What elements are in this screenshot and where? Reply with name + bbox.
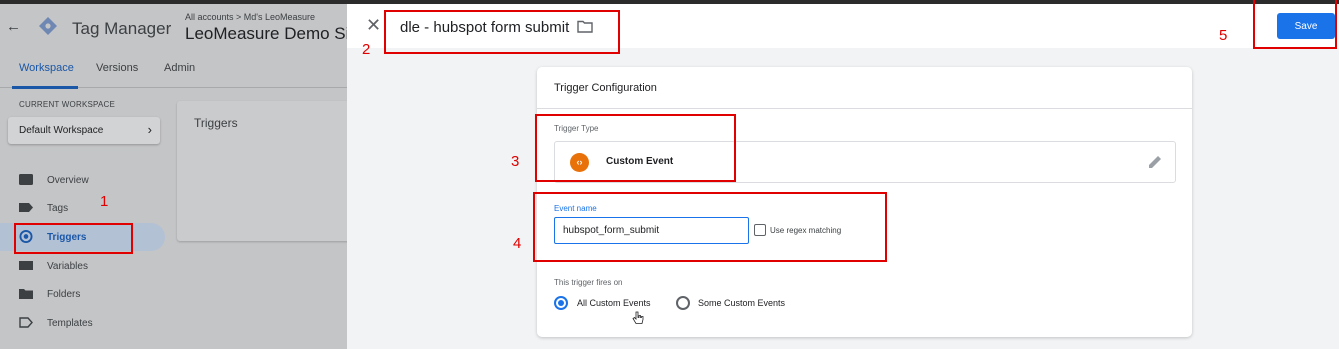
tab-admin[interactable]: Admin xyxy=(164,62,195,74)
annotation-box-4 xyxy=(533,192,887,262)
annotation-box-1 xyxy=(14,223,133,254)
folder-icon xyxy=(19,289,33,299)
sidebar-item-label: Templates xyxy=(47,318,93,329)
annotation-number-2: 2 xyxy=(362,41,371,58)
back-arrow-icon[interactable]: ← xyxy=(6,18,21,35)
card-title: Trigger Configuration xyxy=(554,82,657,94)
sidebar-item-label: Variables xyxy=(47,261,88,272)
accounts-breadcrumb[interactable]: All accounts > Md's LeoMeasure xyxy=(185,12,315,22)
trigger-editor: ✕ dle - hubspot form submit Save Trigger… xyxy=(347,4,1339,349)
annotation-box-3 xyxy=(535,114,736,182)
container-name[interactable]: LeoMeasure Demo Site xyxy=(185,24,347,44)
app-header: ← Tag Manager All accounts > Md's LeoMea… xyxy=(0,4,347,48)
variables-icon xyxy=(19,261,33,270)
fires-on-label: This trigger fires on xyxy=(554,278,623,287)
chevron-right-icon: › xyxy=(147,122,152,137)
app-name: Tag Manager xyxy=(72,19,172,38)
annotation-number-4: 4 xyxy=(513,235,522,252)
radio-all-custom-events[interactable] xyxy=(554,296,568,310)
sidebar-item-tags[interactable]: Tags xyxy=(0,194,165,222)
hand-cursor-icon xyxy=(632,311,644,324)
overview-icon xyxy=(19,174,33,185)
active-tab-indicator xyxy=(12,86,78,89)
triggers-panel-title: Triggers xyxy=(194,116,238,130)
sidebar-item-label: Overview xyxy=(47,175,89,186)
current-workspace-label: CURRENT WORKSPACE xyxy=(19,100,116,109)
tag-manager-logo-icon xyxy=(39,17,57,35)
app-tabs: Workspace Versions Admin xyxy=(0,50,347,89)
templates-icon xyxy=(19,317,33,328)
annotation-box-5 xyxy=(1253,0,1337,49)
tab-versions[interactable]: Versions xyxy=(96,62,138,74)
sidebar-item-label: Tags xyxy=(47,203,69,214)
sidebar-item-folders[interactable]: Folders xyxy=(0,280,165,308)
triggers-panel: Triggers xyxy=(177,101,347,241)
workspace-selector[interactable]: Default Workspace › xyxy=(8,117,160,144)
background-app: ← Tag Manager All accounts > Md's LeoMea… xyxy=(0,4,347,349)
tab-workspace[interactable]: Workspace xyxy=(19,62,74,74)
tag-icon xyxy=(19,203,33,212)
annotation-number-5: 5 xyxy=(1219,27,1228,44)
annotation-number-1: 1 xyxy=(100,193,109,210)
radio-label-all: All Custom Events xyxy=(577,298,651,308)
sidebar-item-variables[interactable]: Variables xyxy=(0,252,165,280)
workspace-name: Default Workspace xyxy=(19,125,104,136)
radio-some-custom-events[interactable] xyxy=(676,296,690,310)
annotation-box-2 xyxy=(384,10,620,54)
sidebar-item-templates[interactable]: Templates xyxy=(0,309,165,337)
annotation-number-3: 3 xyxy=(511,153,520,170)
close-icon[interactable]: ✕ xyxy=(366,16,381,34)
radio-label-some: Some Custom Events xyxy=(698,298,786,308)
divider xyxy=(537,108,1192,109)
sidebar-item-label: Folders xyxy=(47,289,81,300)
sidebar-item-overview[interactable]: Overview xyxy=(0,166,165,194)
pencil-icon[interactable] xyxy=(1147,154,1163,170)
